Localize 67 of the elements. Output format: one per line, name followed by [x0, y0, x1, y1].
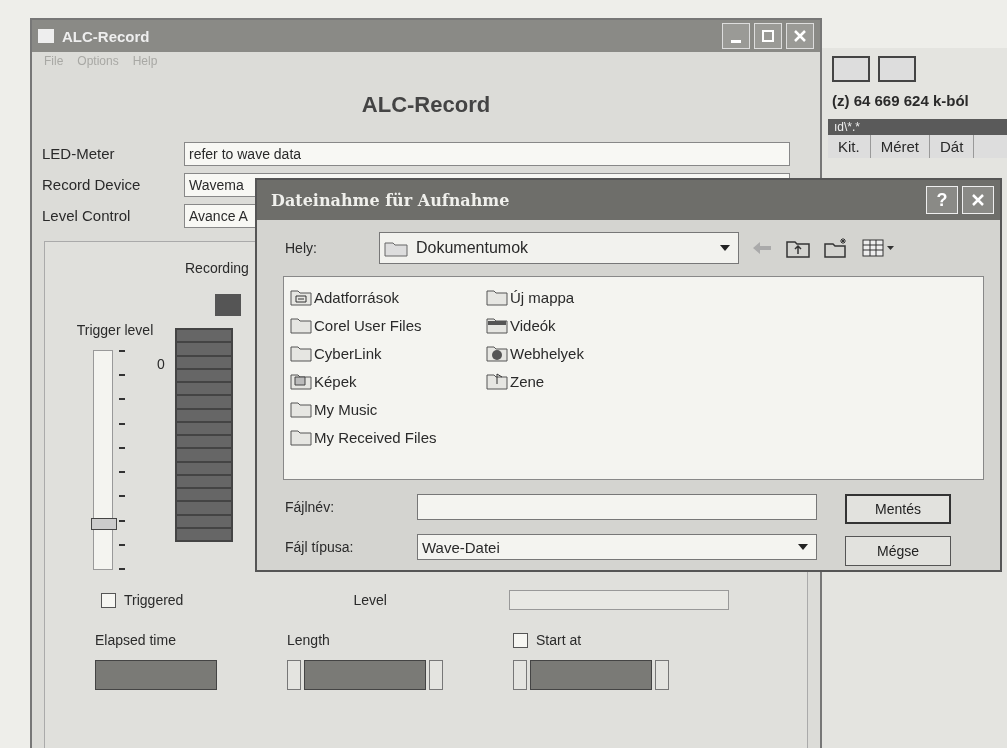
spin-button[interactable]	[513, 660, 527, 690]
dropdown-arrow-icon	[720, 245, 730, 251]
dialog-button[interactable]: Mégse	[845, 536, 951, 566]
folder-icon	[290, 344, 312, 362]
new-folder-icon[interactable]	[823, 237, 849, 259]
window-title: ALC-Record	[62, 27, 150, 45]
triggered-checkbox[interactable]: Triggered	[101, 592, 184, 608]
location-label: Hely:	[285, 240, 318, 256]
minimize-icon	[731, 39, 741, 43]
scale-label: 0	[157, 356, 165, 374]
folder-icon	[486, 316, 508, 334]
folder-entry[interactable]: My Music	[290, 395, 486, 423]
folder-icon	[486, 288, 508, 306]
location-dropdown[interactable]: Dokumentumok	[379, 232, 739, 264]
column-header[interactable]: Kit.	[828, 135, 871, 158]
close-icon	[793, 29, 807, 43]
dialog-button[interactable]: Mentés	[845, 494, 951, 524]
close-button[interactable]	[962, 186, 994, 214]
column-header[interactable]: Dát	[930, 135, 975, 158]
dialog-title: Dateinahme für Aufnahme	[271, 190, 510, 210]
recording-label: Recording	[185, 260, 249, 276]
free-space-text: (z) 64 669 624 k-ból	[831, 91, 970, 109]
elapsed-time-label: Elapsed time	[95, 632, 177, 648]
maximize-button[interactable]	[754, 23, 782, 49]
folder-entry[interactable]: Corel User Files	[290, 311, 486, 339]
path-bar: ıd\*.*	[828, 119, 1007, 135]
spin-button[interactable]	[287, 660, 301, 690]
view-menu-icon[interactable]	[861, 237, 895, 259]
close-button[interactable]	[786, 23, 814, 49]
folder-icon	[384, 239, 408, 257]
spin-button[interactable]	[655, 660, 669, 690]
level-label: Level	[353, 592, 387, 608]
trigger-level-label: Trigger level	[76, 322, 154, 338]
folder-icon	[290, 372, 312, 390]
folder-entry[interactable]: Videók	[486, 311, 682, 339]
level-field[interactable]	[508, 590, 729, 610]
folder-entry[interactable]: My Received Files	[290, 423, 486, 451]
column-header[interactable]: Méret	[870, 135, 931, 158]
maximize-icon	[761, 29, 775, 43]
folder-entry[interactable]: CyberLink	[290, 339, 486, 367]
folder-entry[interactable]: Zene	[486, 367, 682, 395]
slider-thumb[interactable]	[91, 518, 117, 531]
dropdown-arrow-icon	[798, 544, 808, 550]
folder-icon	[290, 428, 312, 446]
folder-entry[interactable]: Új mappa	[486, 283, 682, 311]
folder-icon	[486, 372, 508, 390]
folder-entry[interactable]: Webhelyek	[486, 339, 682, 367]
field-label: LED-Meter	[42, 145, 116, 162]
field-label: Level Control	[42, 207, 132, 224]
folder-icon	[486, 344, 508, 362]
close-icon	[970, 192, 986, 208]
app-heading: ALC-Record	[360, 91, 492, 119]
device-dropdown[interactable]: refer to wave data	[184, 141, 790, 166]
field-label: Record Device	[42, 176, 142, 193]
folder-icon	[290, 400, 312, 418]
folder-icon	[290, 288, 312, 306]
spin-button[interactable]	[429, 660, 443, 690]
file-name-field[interactable]	[417, 494, 817, 520]
start-at-checkbox[interactable]: Start at	[513, 632, 669, 648]
length-label: Length	[287, 632, 331, 648]
file-type-label: Fájl típusa:	[285, 539, 355, 555]
folder-icon	[290, 316, 312, 334]
file-name-label: Fájlnév:	[285, 499, 336, 515]
folder-entry[interactable]: Képek	[290, 367, 486, 395]
file-type-dropdown[interactable]: Wave-Datei	[417, 534, 817, 560]
minimize-button[interactable]	[722, 23, 750, 49]
folder-entry[interactable]: Adatforrások	[290, 283, 486, 311]
